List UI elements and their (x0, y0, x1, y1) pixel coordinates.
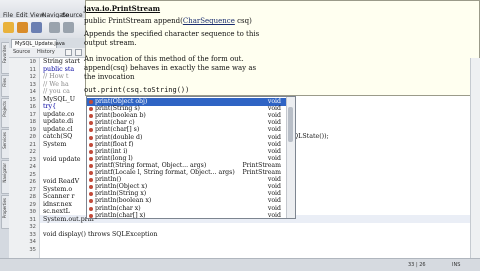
method-icon (89, 163, 93, 168)
method-icon (89, 199, 93, 204)
method-icon (89, 142, 93, 147)
line-number: 19 (29, 126, 36, 133)
line-number: 13 (29, 81, 36, 88)
line-number: 35 (29, 246, 36, 253)
line-number: 27 (29, 186, 36, 193)
code-line: update.co (43, 110, 75, 118)
javadoc-signature: public PrintStream append(CharSequence c… (84, 17, 252, 25)
code-editor[interactable]: String start public sta // How t // We h… (40, 0, 480, 258)
method-icon (89, 185, 93, 190)
redo-icon[interactable] (63, 22, 74, 33)
line-number: 14 (29, 89, 36, 95)
method-icon (89, 171, 93, 175)
code-line: public sta (43, 65, 75, 73)
method-icon (89, 206, 93, 211)
save-all-icon[interactable] (31, 22, 42, 33)
code-line: void display() throws SQLException (43, 230, 158, 238)
method-icon (89, 135, 93, 140)
code-line: Scanner r (43, 193, 75, 200)
code-completion-list[interactable]: print(Object obj) void print(String s) voi… (86, 96, 296, 219)
code-line: sc.nextL (43, 208, 70, 215)
line-number: 21 (29, 141, 36, 148)
line-number: 10 (29, 59, 36, 65)
line-number: 24 (29, 164, 36, 170)
code-line: idnsr.nex (43, 200, 72, 208)
line-number: 33 (29, 231, 36, 238)
code-right-fragment: QLState()); (293, 133, 329, 140)
line-number: 16 (29, 104, 36, 110)
method-icon (89, 114, 93, 119)
javadoc-class-link[interactable]: java.io.PrintStream (84, 4, 160, 13)
editor-vertical-scrollbar[interactable] (470, 58, 480, 258)
undo-icon[interactable] (49, 22, 60, 33)
code-line: update.di (43, 118, 74, 125)
completion-scrollbar[interactable] (286, 97, 295, 218)
line-number-gutter: 10 11 12 13 14 15 16 17 18 19 20 21 22 2… (9, 58, 40, 258)
line-number: 34 (29, 239, 36, 245)
completion-scroll-thumb[interactable] (288, 107, 293, 142)
javadoc-param-type-link[interactable]: CharSequence (183, 17, 235, 25)
method-icon (89, 107, 93, 112)
method-icon (89, 100, 93, 104)
code-line: // We ha (43, 80, 69, 88)
line-number: 26 (29, 179, 36, 185)
insert-mode: INS (452, 262, 461, 268)
forward-icon[interactable] (75, 49, 82, 56)
history-view-button[interactable]: History (37, 49, 55, 56)
completion-item[interactable]: println(char[] x) void (87, 212, 287, 220)
line-number: 25 (29, 171, 36, 178)
code-line: update.cl (43, 125, 73, 133)
method-icon (89, 213, 93, 218)
line-number: 29 (29, 201, 36, 208)
line-number: 20 (29, 134, 36, 140)
method-icon (89, 128, 93, 133)
open-project-icon[interactable] (17, 22, 28, 33)
javadoc-text: the invocation (84, 73, 135, 81)
line-number: 12 (29, 74, 36, 80)
javadoc-text: output stream. (84, 39, 137, 47)
code-line: try{ (43, 103, 57, 110)
javadoc-code: out.print(csq.toString()) (84, 86, 190, 94)
method-icon (89, 178, 93, 183)
method-icon (89, 192, 93, 197)
code-line: String start (43, 58, 81, 65)
line-number: 28 (29, 194, 36, 200)
line-number: 32 (29, 224, 36, 230)
line-number: 15 (29, 96, 36, 103)
method-icon (89, 149, 93, 154)
line-number: 23 (29, 156, 36, 163)
line-number: 22 (29, 149, 36, 155)
method-icon (89, 121, 93, 126)
javadoc-popup: java.io.PrintStream public PrintStream a… (84, 0, 480, 96)
source-view-button[interactable]: Source (13, 49, 30, 56)
cursor-position: 33 | 26 (408, 262, 426, 268)
new-project-icon[interactable] (3, 22, 14, 33)
code-line: System (43, 140, 67, 148)
javadoc-text: An invocation of this method of the form… (84, 55, 244, 63)
code-line: // How t (43, 73, 69, 80)
tab-mysql-update[interactable]: MySQL_Update.java (11, 39, 65, 48)
status-bar: 33 | 26 INS (0, 258, 480, 271)
line-number: 31 (29, 216, 36, 223)
javadoc-text: Appends the specified character sequence… (84, 30, 260, 38)
javadoc-text: append(csq) behaves in exactly the same … (84, 64, 257, 72)
line-number: 11 (29, 66, 36, 73)
line-number: 30 (29, 209, 36, 215)
code-line: System.o (43, 185, 73, 193)
code-line: // you ca (43, 88, 70, 95)
line-number: 17 (29, 111, 36, 118)
code-line: void update (43, 155, 81, 163)
back-icon[interactable] (65, 49, 72, 56)
code-line: catch(SQ (43, 133, 73, 140)
code-line: void ReadV (43, 178, 80, 185)
method-icon (89, 156, 93, 161)
line-number: 18 (29, 119, 36, 125)
code-line: MySQL_U (43, 95, 76, 103)
